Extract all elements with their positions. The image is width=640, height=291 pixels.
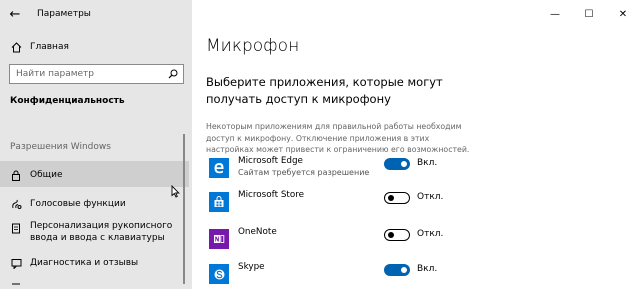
- section-description: Некоторым приложениям для правильной раб…: [206, 122, 470, 154]
- sidebar-item-label: Диагностика и отзывы: [30, 258, 139, 268]
- toggle-knob: [401, 267, 407, 273]
- sidebar-item-diagnostics[interactable]: Диагностика и отзывы: [0, 255, 192, 271]
- pen-icon: [10, 222, 22, 234]
- voice-icon: [10, 198, 22, 210]
- maximize-button[interactable]: ☐: [572, 0, 606, 28]
- home-icon: [10, 41, 22, 53]
- feedback-icon: [10, 257, 22, 269]
- edge-mic-toggle[interactable]: [384, 158, 410, 170]
- sidebar-scrollbar[interactable]: [183, 134, 185, 284]
- back-arrow-icon: ←: [9, 6, 21, 22]
- section-subtitle: Выберите приложения, которые могут получ…: [206, 75, 443, 106]
- window-title: Параметры: [37, 9, 91, 19]
- search-placeholder: Найти параметр: [16, 69, 94, 79]
- page-title: Микрофон: [206, 36, 300, 56]
- skype-icon: [209, 264, 229, 284]
- toggle-state-label: Откл.: [417, 229, 444, 239]
- sidebar: ← Параметры Главная Найти параметр Конфи…: [0, 0, 192, 289]
- list-icon: [10, 281, 22, 291]
- edge-icon: [209, 158, 229, 178]
- search-input[interactable]: Найти параметр: [9, 64, 184, 84]
- home-label: Главная: [30, 42, 69, 52]
- store-mic-toggle[interactable]: [384, 192, 410, 204]
- sidebar-item-label: Голосовые функции: [30, 199, 126, 209]
- toggle-state-label: Вкл.: [417, 158, 438, 168]
- sidebar-item-label: Общие: [30, 170, 63, 180]
- close-icon: ✕: [618, 8, 628, 20]
- back-button[interactable]: ←: [0, 0, 30, 28]
- app-row-store: Microsoft Store Откл.: [206, 189, 636, 219]
- app-name: Skype: [238, 262, 265, 272]
- toggle-knob: [401, 161, 407, 167]
- search-icon[interactable]: [163, 69, 183, 79]
- sidebar-item-ink-typing[interactable]: Персонализация рукописного ввода и ввода…: [0, 220, 192, 246]
- title-bar: ← Параметры: [0, 0, 192, 28]
- skype-mic-toggle[interactable]: [384, 264, 410, 276]
- app-name: Microsoft Store: [238, 190, 305, 200]
- sidebar-item-label: Персонализация рукописного ввода и ввода…: [30, 221, 173, 243]
- minimize-icon: —: [550, 8, 560, 20]
- minimize-button[interactable]: —: [538, 0, 572, 28]
- sidebar-item-home[interactable]: Главная: [0, 38, 192, 56]
- sidebar-item-partial[interactable]: [0, 281, 192, 291]
- app-name: OneNote: [238, 227, 277, 237]
- app-name: Microsoft Edge: [238, 156, 303, 166]
- sidebar-item-voice[interactable]: Голосовые функции: [0, 196, 192, 212]
- toggle-state-label: Откл.: [417, 192, 444, 202]
- toggle-knob: [388, 194, 394, 201]
- lock-icon: [10, 169, 22, 181]
- toggle-knob: [388, 231, 394, 238]
- maximize-icon: ☐: [584, 8, 594, 20]
- mouse-cursor-icon: [171, 185, 180, 198]
- section-privacy: Конфиденциальность: [10, 96, 125, 106]
- sidebar-item-general[interactable]: Общие: [0, 167, 192, 183]
- app-row-onenote: OneNote Откл.: [206, 226, 636, 256]
- toggle-state-label: Вкл.: [417, 264, 438, 274]
- app-subtitle: Сайтам требуется разрешение: [238, 168, 370, 177]
- app-row-edge: Microsoft Edge Сайтам требуется разрешен…: [206, 155, 636, 185]
- close-button[interactable]: ✕: [606, 0, 640, 28]
- store-icon: [209, 192, 229, 212]
- main-content: — ☐ ✕ Микрофон Выберите приложения, кото…: [192, 0, 640, 289]
- onenote-mic-toggle[interactable]: [384, 229, 410, 241]
- window-controls: — ☐ ✕: [538, 0, 640, 28]
- app-row-skype: Skype Вкл.: [206, 261, 636, 291]
- section-windows-permissions: Разрешения Windows: [10, 142, 111, 152]
- onenote-icon: [209, 229, 229, 249]
